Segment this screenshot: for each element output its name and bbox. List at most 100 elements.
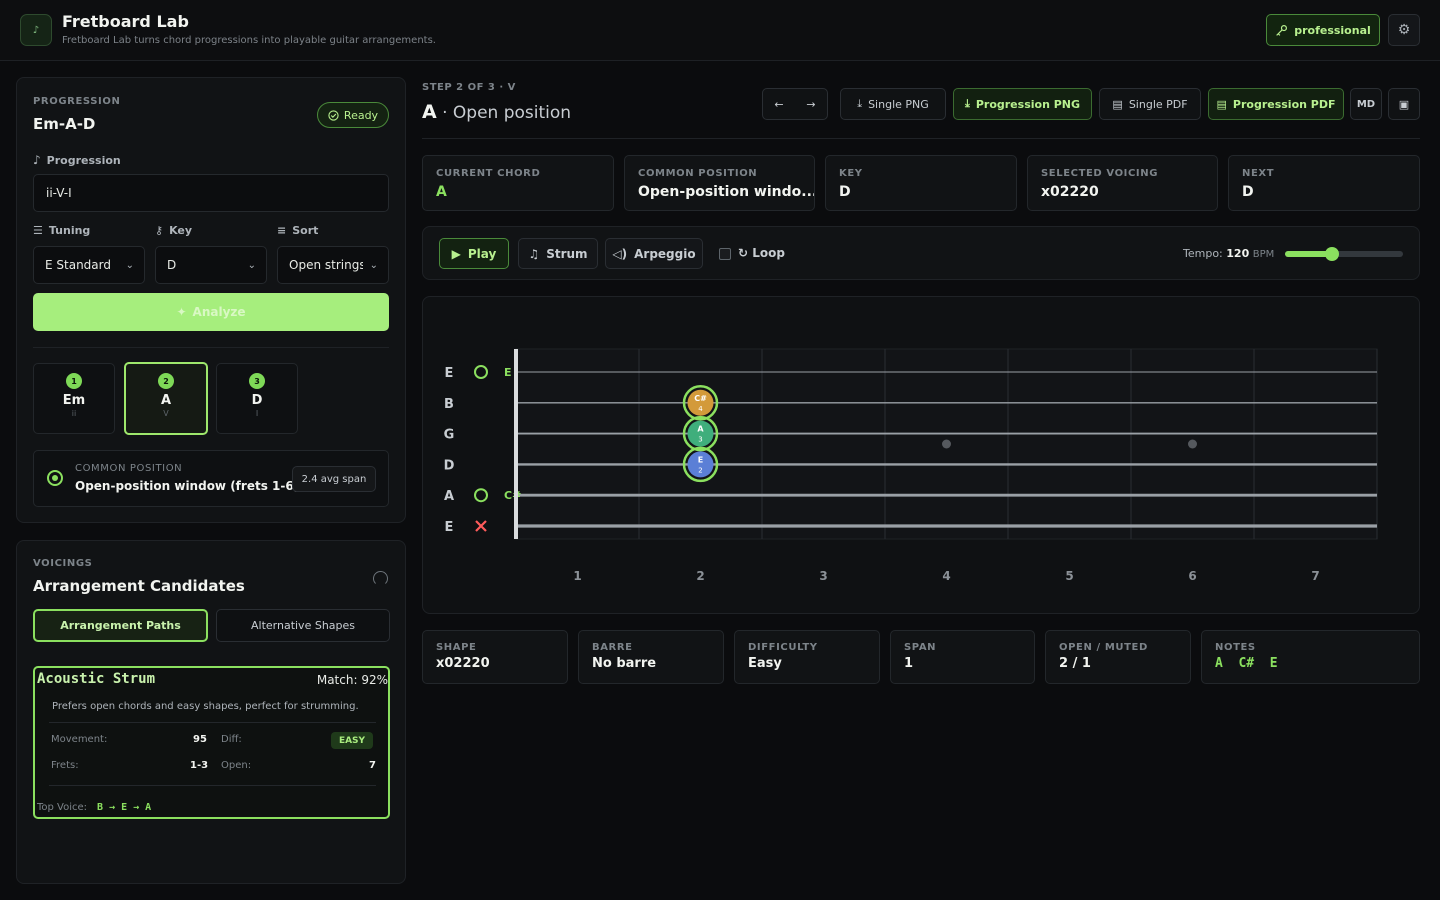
- detail-value: 2 / 1: [1059, 656, 1091, 671]
- open-value: 7: [369, 760, 376, 771]
- key-value: D: [167, 258, 177, 272]
- chevron-down-icon: ⌄: [247, 259, 256, 271]
- key-icon: [1276, 24, 1288, 36]
- finger-number-label: 2: [698, 466, 702, 474]
- play-button[interactable]: ▶ Play: [439, 238, 509, 269]
- fret-number-label: 1: [573, 569, 581, 583]
- stat-label: COMMON POSITION: [638, 168, 758, 179]
- strum-button[interactable]: ♫ Strum: [518, 238, 598, 269]
- key-select[interactable]: D ⌄: [155, 246, 267, 284]
- stat-label: NEXT: [1242, 168, 1275, 179]
- single-png-label: Single PNG: [868, 97, 929, 111]
- muted-string-icon: [475, 520, 487, 532]
- fret-number-label: 2: [696, 569, 704, 583]
- progression-field-label: ♪ Progression: [33, 153, 121, 167]
- progression-png-button[interactable]: ⤓ Progression PNG: [953, 88, 1092, 120]
- progression-pdf-button[interactable]: ▤ Progression PDF: [1208, 88, 1344, 120]
- detail-difficulty: DIFFICULTY Easy: [734, 630, 880, 684]
- detail-open-muted: OPEN / MUTED 2 / 1: [1045, 630, 1191, 684]
- sort-label: Sort: [292, 224, 319, 237]
- progression-kicker: PROGRESSION: [33, 96, 121, 107]
- analyze-button[interactable]: ✦ Analyze: [33, 293, 389, 331]
- common-position-box: COMMON POSITION Open-position window (fr…: [33, 450, 389, 507]
- markdown-button[interactable]: MD: [1350, 88, 1382, 120]
- step-indicator: STEP 2 OF 3 · V: [422, 82, 516, 93]
- stat-value: D: [1242, 184, 1254, 200]
- stat-label: KEY: [839, 168, 863, 179]
- single-pdf-button[interactable]: ▤ Single PDF: [1099, 88, 1201, 120]
- chevron-down-icon: ⌄: [125, 259, 134, 271]
- stat-label: SELECTED VOICING: [1041, 168, 1159, 179]
- current-chord-title: A: [422, 101, 437, 123]
- fret-number-label: 3: [819, 569, 827, 583]
- tempo-slider-thumb[interactable]: [1325, 247, 1340, 261]
- tab-arrangement-paths[interactable]: Arrangement Paths: [33, 609, 208, 642]
- copy-button[interactable]: ▣: [1388, 88, 1420, 120]
- note-name-label: C#: [694, 394, 707, 403]
- loop-checkbox[interactable]: [719, 248, 731, 260]
- voicings-panel: VOICINGS Arrangement Candidates Arrangem…: [16, 540, 406, 884]
- finger-number-label: 3: [698, 436, 702, 444]
- sparkle-icon: ✦: [176, 305, 187, 319]
- detail-barre: BARRE No barre: [578, 630, 724, 684]
- stat-value: D: [839, 184, 851, 200]
- settings-button[interactable]: ⚙: [1388, 14, 1420, 46]
- gauge-icon[interactable]: [373, 571, 388, 586]
- arpeggio-label: Arpeggio: [634, 246, 696, 261]
- tuning-select[interactable]: E Standard ⌄: [33, 246, 145, 284]
- chord-card-d[interactable]: 3 D I: [216, 363, 298, 434]
- fret-number-label: 4: [942, 569, 950, 583]
- fret-marker: [942, 439, 951, 449]
- match-score: Match: 92%: [316, 673, 388, 687]
- stat-value: Open-position windo...: [638, 184, 815, 200]
- app-header: ♪ Fretboard Lab Fretboard Lab turns chor…: [0, 0, 1440, 61]
- music-icon: ♫: [528, 246, 540, 261]
- frets-label: Frets:: [51, 760, 79, 771]
- chord-card-a[interactable]: 2 A V: [124, 362, 208, 435]
- loop-toggle[interactable]: ↻ Loop: [738, 246, 785, 260]
- chord-degree: I: [255, 409, 259, 418]
- analyze-label: Analyze: [192, 305, 246, 319]
- open-note-label: E: [504, 366, 512, 379]
- tempo-slider[interactable]: [1285, 247, 1403, 261]
- tempo-unit: BPM: [1252, 249, 1275, 260]
- chord-card-em[interactable]: 1 Em ii: [33, 363, 115, 434]
- finger-number-label: 4: [698, 405, 703, 413]
- progression-title: Em-A-D: [33, 115, 96, 133]
- nav-group: ← →: [762, 88, 828, 120]
- detail-label: BARRE: [592, 642, 633, 653]
- chord-number: 2: [158, 373, 174, 389]
- arrangement-card[interactable]: Acoustic Strum Match: 92% Prefers open c…: [33, 666, 390, 819]
- fretboard-panel: E E B G D A C# E 1 2 3 4 5 6 7 C# 4 A 3 E 2: [422, 296, 1420, 614]
- string-name-label: A: [444, 489, 454, 504]
- sort-value: Open strings: [289, 258, 363, 272]
- detail-value: x02220: [436, 656, 490, 671]
- professional-button[interactable]: professional: [1266, 14, 1380, 46]
- strum-label: Strum: [546, 246, 588, 261]
- chord-degree: V: [163, 409, 169, 418]
- previous-button[interactable]: ←: [763, 98, 795, 111]
- progression-panel: PROGRESSION Em-A-D Ready ♪ Progression i…: [16, 77, 406, 523]
- sliders-icon: ☰: [33, 224, 43, 237]
- tempo-value: 120: [1226, 247, 1250, 260]
- sort-select[interactable]: Open strings ⌄: [277, 246, 389, 284]
- tuning-label: Tuning: [48, 224, 91, 237]
- progression-input[interactable]: ii-V-I: [33, 174, 389, 212]
- sort-field-label: ≡ Sort: [277, 224, 318, 237]
- position-title: · Open position: [436, 103, 572, 123]
- fret-marker: [1188, 439, 1197, 449]
- chord-name: A: [160, 393, 172, 408]
- chord-degree: ii: [71, 409, 77, 418]
- key-field-label: ⚷ Key: [155, 224, 192, 237]
- next-button[interactable]: →: [795, 98, 827, 111]
- open-note-label: C#: [504, 489, 521, 502]
- fretboard-diagram: E E B GD A C# E 1 2 3 4 5 6 7 C# 4 A 3 E 2: [444, 348, 1378, 583]
- app-title: Fretboard Lab: [62, 12, 189, 31]
- detail-value: No barre: [592, 656, 657, 671]
- app-subtitle: Fretboard Lab turns chord progressions i…: [62, 35, 436, 46]
- frets-value: 1-3: [190, 760, 209, 771]
- arrow-right-icon: →: [806, 97, 816, 111]
- single-png-button[interactable]: ⤓ Single PNG: [840, 88, 946, 120]
- tab-alternative-shapes[interactable]: Alternative Shapes: [216, 609, 390, 642]
- arpeggio-button[interactable]: ◁) Arpeggio: [605, 238, 703, 269]
